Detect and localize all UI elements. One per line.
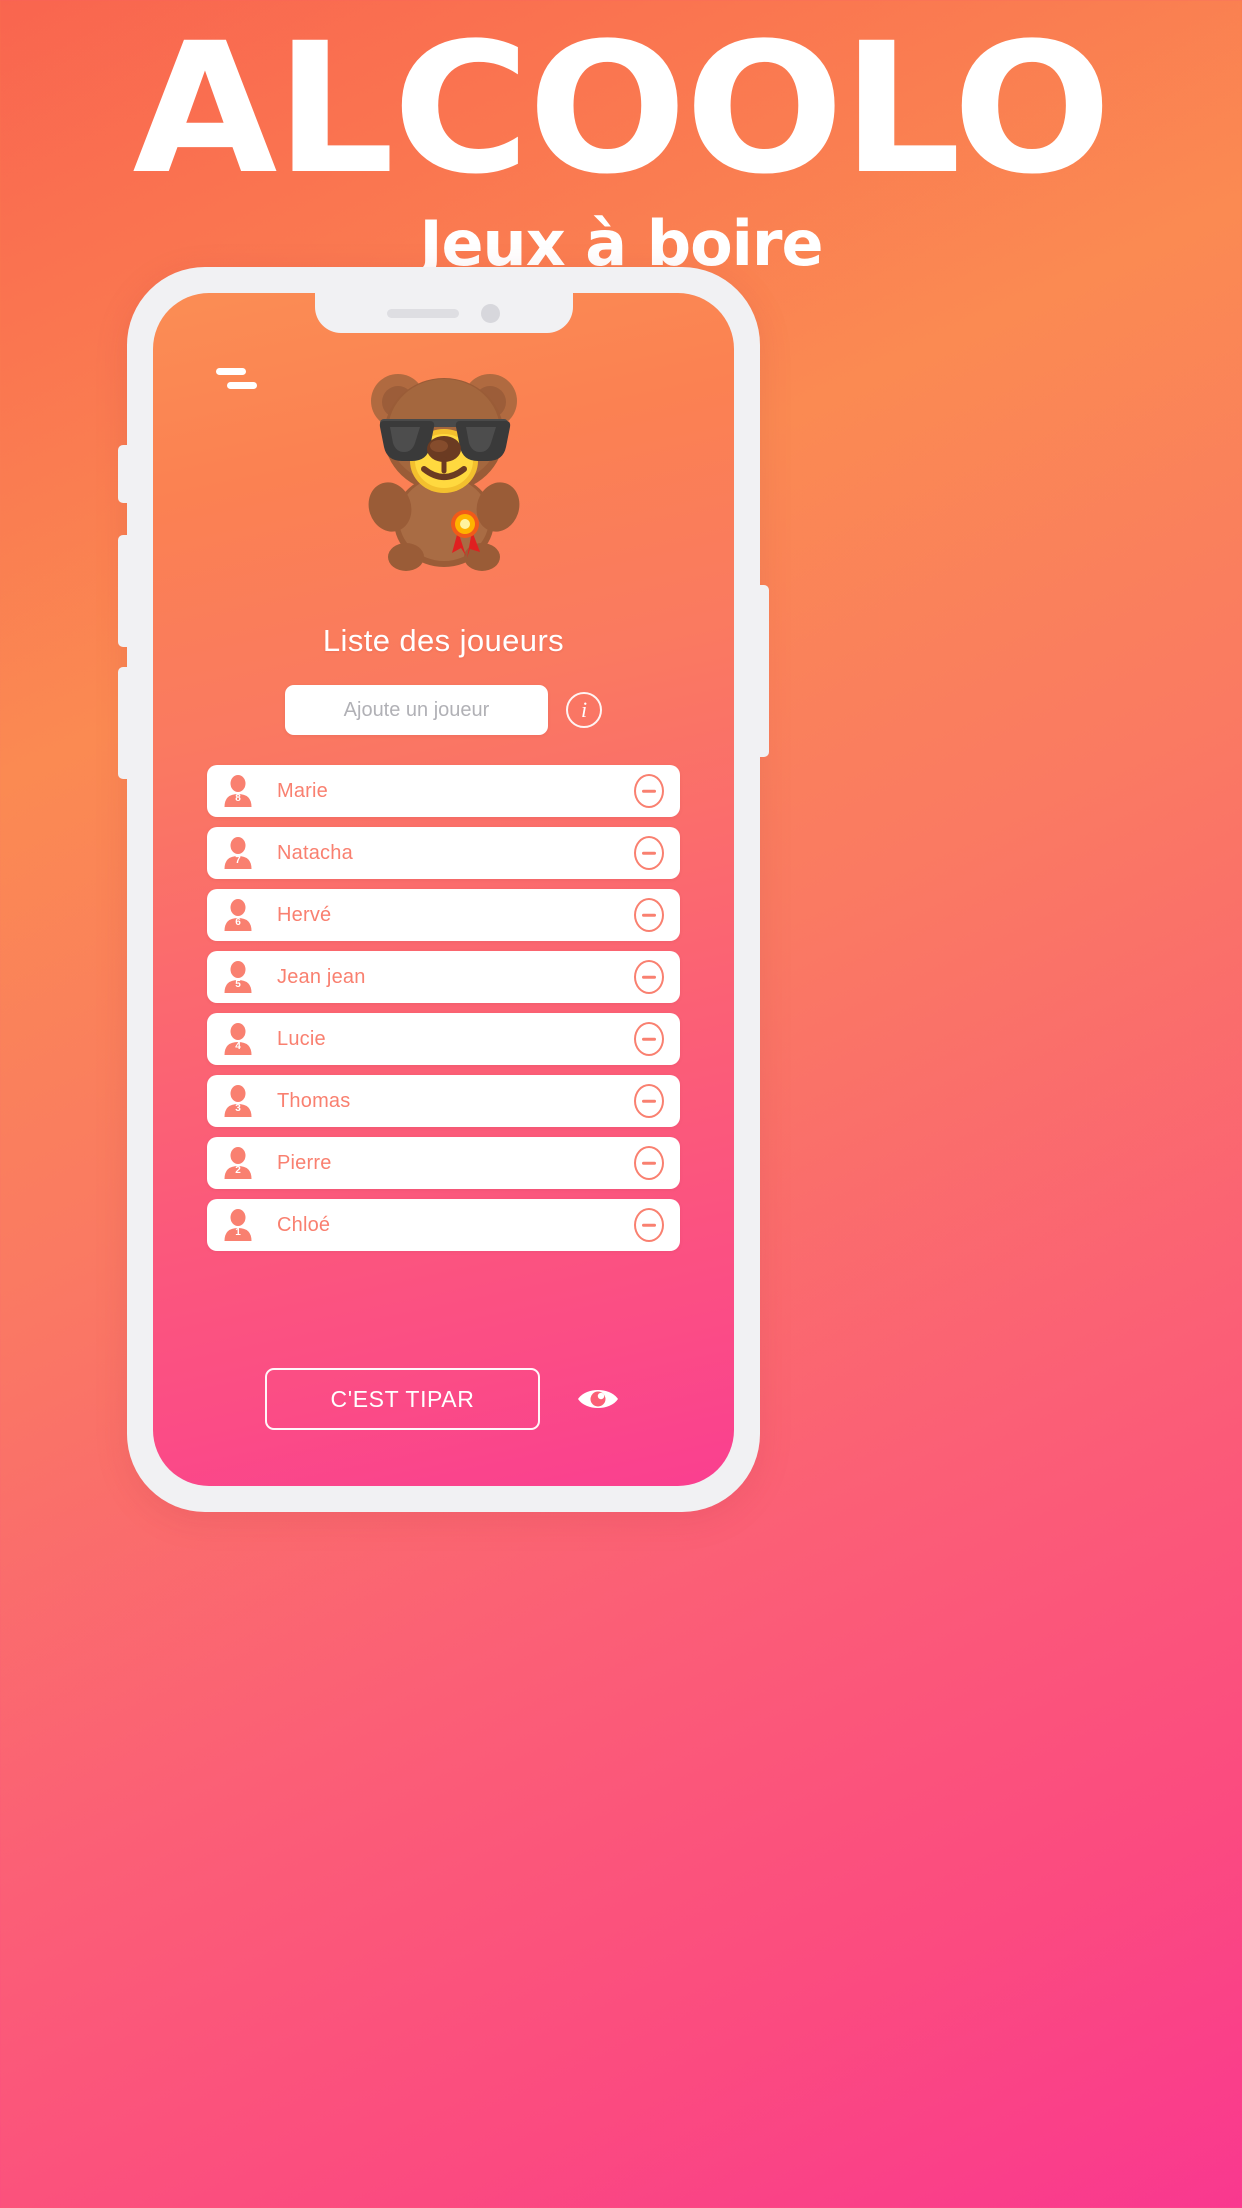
app-title: ALCOOLO [132,5,1111,214]
camera-icon [481,303,500,323]
player-row: 1 Chloé [207,1199,680,1251]
player-name: Lucie [277,1027,326,1050]
player-list: 8 Marie 7 Natacha 6 Hervé 5 Jean jean 4 Lucie 3 Tho… [207,765,680,1261]
start-game-button[interactable]: C'EST TIPAR [265,1368,540,1430]
player-name: Jean jean [277,965,366,988]
footer-bar: C'EST TIPAR [153,1368,734,1430]
info-icon[interactable]: i [566,692,602,728]
player-row: 2 Pierre [207,1137,680,1189]
phone-notch [314,293,573,333]
player-number: 8 [235,793,241,804]
page-title: Liste des joueurs [322,623,565,658]
player-name: Hervé [277,903,332,926]
person-icon: 1 [221,1208,255,1242]
phone-mockup: Liste des joueurs i 8 Marie 7 Natacha 6 Hervé… [118,267,769,1517]
speaker-icon [387,308,459,318]
player-number: 5 [235,979,241,990]
player-row: 5 Jean jean [207,951,680,1003]
remove-player-button[interactable] [634,898,664,932]
player-row: 8 Marie [207,765,680,817]
volume-down-button[interactable] [118,667,132,779]
player-row: 3 Thomas [207,1075,680,1127]
player-name: Natacha [277,841,353,864]
power-button[interactable] [755,585,769,757]
remove-player-button[interactable] [634,1208,664,1242]
player-number: 1 [235,1227,241,1238]
person-icon: 6 [221,898,255,932]
player-number: 2 [235,1165,241,1176]
player-row: 4 Lucie [207,1013,680,1065]
add-player-row: i [153,685,734,735]
player-name: Marie [277,779,329,802]
add-player-input[interactable] [285,685,548,735]
phone-frame: Liste des joueurs i 8 Marie 7 Natacha 6 Hervé… [118,267,769,1512]
person-icon: 4 [221,1022,255,1056]
remove-player-button[interactable] [634,1146,664,1180]
player-number: 6 [235,917,241,928]
person-icon: 2 [221,1146,255,1180]
player-row: 7 Natacha [207,827,680,879]
remove-player-button[interactable] [634,1084,664,1118]
player-name: Thomas [277,1089,351,1112]
player-number: 7 [235,855,241,866]
volume-up-button[interactable] [118,535,132,647]
person-icon: 7 [221,836,255,870]
person-icon: 5 [221,960,255,994]
remove-player-button[interactable] [634,836,664,870]
person-icon: 3 [221,1084,255,1118]
player-name: Chloé [277,1213,331,1236]
player-number: 3 [235,1103,241,1114]
phone-screen: Liste des joueurs i 8 Marie 7 Natacha 6 Hervé… [153,293,734,1486]
eye-icon[interactable] [574,1379,622,1419]
remove-player-button[interactable] [634,960,664,994]
person-icon: 8 [221,774,255,808]
remove-player-button[interactable] [634,1022,664,1056]
mute-switch-button[interactable] [118,445,132,503]
teddy-bear-icon [153,361,734,573]
remove-player-button[interactable] [634,774,664,808]
app-banner: ALCOOLO Jeux à boire [0,0,1242,277]
player-row: 6 Hervé [207,889,680,941]
player-name: Pierre [277,1151,332,1174]
player-number: 4 [235,1041,241,1052]
